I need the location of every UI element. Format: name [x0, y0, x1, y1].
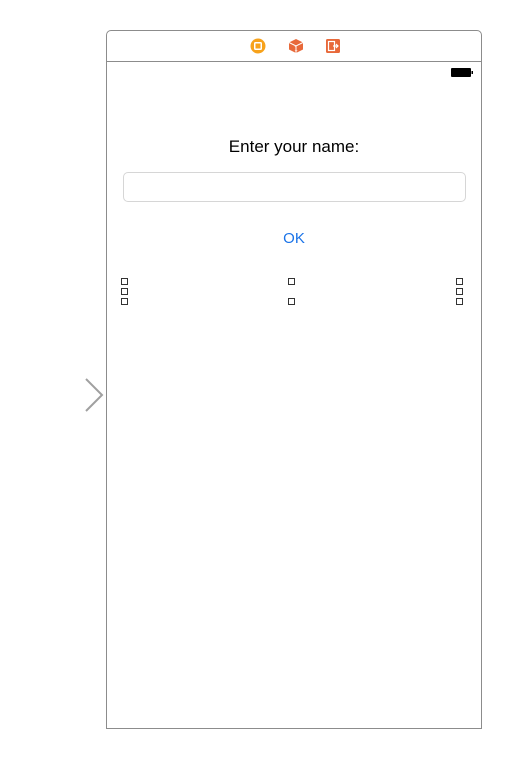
resize-handle-left[interactable]: [121, 288, 128, 295]
name-text-field[interactable]: [123, 172, 466, 202]
battery-icon: [451, 68, 473, 77]
prompt-label: Enter your name:: [228, 137, 360, 156]
initial-entry-arrow[interactable]: [0, 375, 108, 415]
first-responder-icon[interactable]: 1: [288, 38, 304, 54]
resize-handle-bottom-right[interactable]: [456, 298, 463, 305]
resize-handle-bottom-left[interactable]: [121, 298, 128, 305]
exit-icon[interactable]: [325, 38, 341, 54]
resize-handle-top-left[interactable]: [121, 278, 128, 285]
svg-text:1: 1: [294, 46, 298, 53]
resize-handle-top[interactable]: [288, 278, 295, 285]
resize-handle-top-right[interactable]: [456, 278, 463, 285]
ok-button[interactable]: OK: [269, 227, 319, 249]
view-controller-scene[interactable]: 1 Enter your name: OK: [106, 30, 482, 729]
resize-handle-bottom[interactable]: [288, 298, 295, 305]
scene-dock: 1: [107, 31, 481, 62]
resize-handle-right[interactable]: [456, 288, 463, 295]
view-controller-icon[interactable]: [250, 38, 266, 54]
storyboard-canvas: 1 Enter your name: OK: [0, 0, 522, 757]
